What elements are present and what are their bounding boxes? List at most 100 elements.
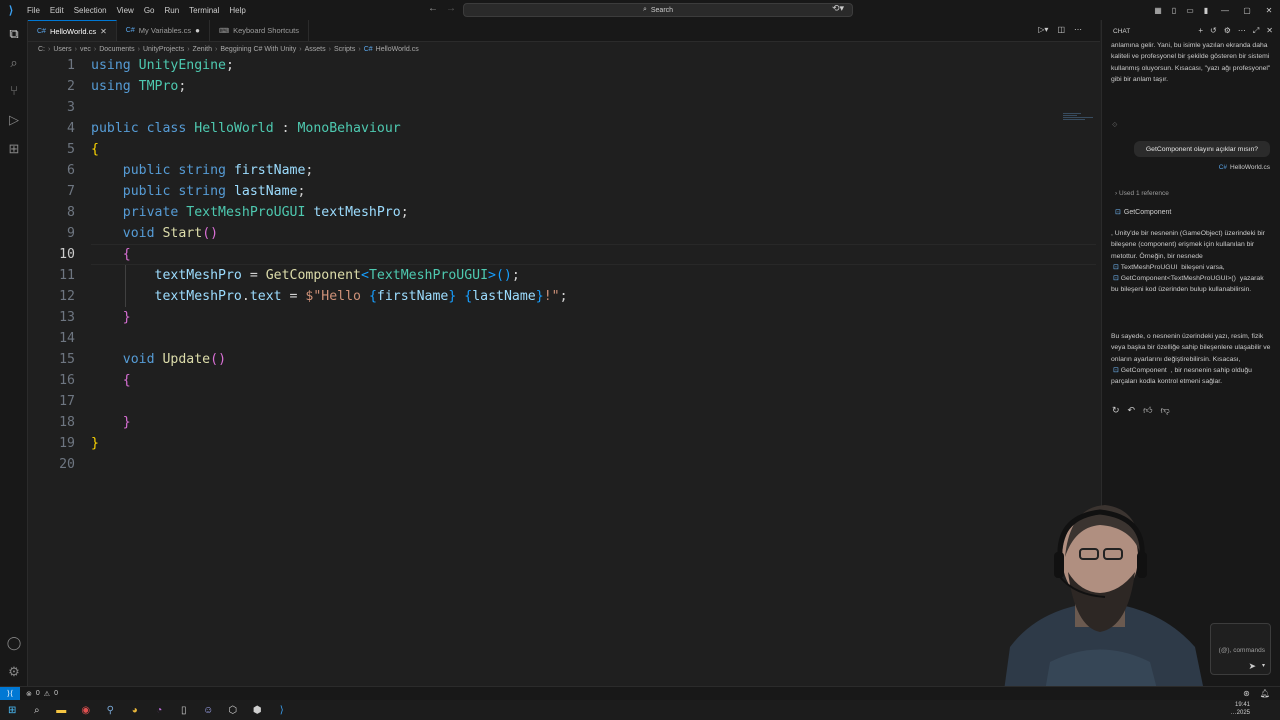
run-icon[interactable]: ▷▾	[1038, 25, 1048, 34]
close-window-icon[interactable]: ✕	[1258, 6, 1280, 15]
code-line[interactable]: 17	[28, 391, 1068, 412]
code-line[interactable]: 8 private TextMeshProUGUI textMeshPro;	[28, 202, 1068, 223]
taskbar-search-icon[interactable]: ⌕	[25, 705, 50, 716]
command-center-search[interactable]: ⌕ Search	[463, 3, 853, 17]
breadcrumb-item[interactable]: Scripts	[334, 46, 355, 53]
menu-edit[interactable]: Edit	[45, 6, 69, 15]
unsaved-dot-icon[interactable]: ●	[195, 26, 200, 35]
unity-hub-icon[interactable]: ⬢	[245, 705, 270, 716]
settings-gear-icon[interactable]: ⚙	[1224, 26, 1231, 36]
breadcrumb-item[interactable]: Assets	[305, 46, 326, 53]
chrome-icon[interactable]: ◕	[123, 705, 148, 716]
code-line[interactable]: 3	[28, 97, 1068, 118]
remote-icon[interactable]: ⟩⟨	[0, 686, 20, 701]
code-line[interactable]: 13 }	[28, 307, 1068, 328]
menu-terminal[interactable]: Terminal	[184, 6, 224, 15]
code-reference[interactable]: ⊡ GetComponent	[1111, 365, 1169, 376]
source-control-icon[interactable]: ⑂	[0, 83, 28, 98]
layout-icon[interactable]: ▦	[1151, 6, 1165, 15]
more-actions-icon[interactable]: ⋯	[1074, 25, 1082, 34]
search-sidebar-icon[interactable]: ⌕	[0, 55, 28, 71]
code-line[interactable]: 10 {	[28, 244, 1068, 265]
code-line[interactable]: 14	[28, 328, 1068, 349]
send-icon[interactable]: ➤	[1248, 661, 1256, 672]
code-line[interactable]: 4 public class HelloWorld : MonoBehaviour	[28, 118, 1068, 139]
code-line[interactable]: 1 using UnityEngine;	[28, 55, 1068, 76]
toggle-sidebar-icon[interactable]: ▯	[1167, 6, 1181, 15]
history-icon[interactable]: ↺	[1210, 26, 1217, 36]
tab-keyboard-shortcuts[interactable]: ⌨ Keyboard Shortcuts	[210, 20, 309, 41]
close-icon[interactable]: ✕	[1266, 26, 1273, 36]
menu-run[interactable]: Run	[159, 6, 184, 15]
code-line[interactable]: 15 void Update()	[28, 349, 1068, 370]
chevron-down-icon[interactable]: ▾	[1262, 662, 1265, 669]
breadcrumb-item[interactable]: HelloWorld.cs	[376, 46, 419, 53]
toggle-panel-icon[interactable]: ▭	[1183, 6, 1197, 15]
problems-indicator[interactable]: ⊗ 0 ⚠ 0	[26, 690, 58, 698]
menu-view[interactable]: View	[112, 6, 139, 15]
vscode-taskbar-icon[interactable]: ⟩	[270, 705, 295, 716]
system-clock[interactable]: 19:41 …2025	[1231, 701, 1250, 717]
windows-start-icon[interactable]: ⊞	[0, 705, 25, 716]
code-reference[interactable]: ⊡ GetComponent<TextMeshProUGUI>()	[1111, 273, 1238, 284]
account-icon[interactable]: ◯	[0, 635, 28, 651]
used-references-toggle[interactable]: › Used 1 reference	[1115, 190, 1169, 197]
code-line[interactable]: 6 public string firstName;	[28, 160, 1068, 181]
tab-my-variables[interactable]: C# My Variables.cs ●	[117, 20, 210, 41]
notepad-icon[interactable]: ▯	[172, 705, 197, 716]
code-line[interactable]: 20	[28, 454, 1068, 475]
back-arrow-icon[interactable]: ←	[428, 3, 438, 14]
code-line[interactable]: 16 {	[28, 370, 1068, 391]
discord-icon[interactable]: ☺	[196, 705, 221, 716]
code-line[interactable]: 11 textMeshPro = GetComponent<TextMeshPr…	[28, 265, 1068, 286]
menu-help[interactable]: Help	[224, 6, 250, 15]
copilot-icon[interactable]: ⟲▾	[832, 3, 844, 14]
code-editor[interactable]: 1 using UnityEngine; 2 using TMPro; 3 4 public…	[28, 55, 1128, 686]
steam-icon[interactable]: ⚲	[98, 705, 123, 716]
code-reference[interactable]: ⊡ TextMeshProUGUI	[1111, 262, 1179, 273]
code-line[interactable]: 18 }	[28, 412, 1068, 433]
code-line[interactable]: 2 using TMPro;	[28, 76, 1068, 97]
menu-selection[interactable]: Selection	[69, 6, 112, 15]
manage-gear-icon[interactable]: ⚙	[0, 664, 28, 680]
menu-go[interactable]: Go	[139, 6, 160, 15]
close-icon[interactable]: ✕	[100, 27, 107, 36]
toggle-secondary-sidebar-icon[interactable]: ▮	[1199, 6, 1213, 15]
code-line[interactable]: 19}	[28, 433, 1068, 454]
run-debug-icon[interactable]: ▷	[0, 112, 28, 128]
maximize-panel-icon[interactable]: ⤢	[1253, 26, 1259, 36]
undo-icon[interactable]: ↶	[1128, 405, 1136, 416]
breadcrumb-item[interactable]: Beggining C# With Unity	[220, 46, 296, 53]
breadcrumb-item[interactable]: vec	[80, 46, 91, 53]
code-line[interactable]: 12 textMeshPro.text = $"Hello {firstName…	[28, 286, 1068, 307]
code-line[interactable]: 5{	[28, 139, 1068, 160]
breadcrumb-item[interactable]: Documents	[99, 46, 134, 53]
unity-icon[interactable]: ⬡	[221, 705, 246, 716]
new-chat-icon[interactable]: +	[1198, 26, 1203, 36]
minimap[interactable]	[1063, 113, 1103, 127]
notifications-bell-icon[interactable]: 🔔︎	[1260, 689, 1270, 698]
app-icon[interactable]: ◉	[74, 705, 99, 716]
more-icon[interactable]: ⋯	[1238, 26, 1246, 36]
explorer-icon[interactable]: ⧉	[0, 26, 28, 42]
breadcrumb-item[interactable]: Zenith	[193, 46, 212, 53]
thumbs-down-icon[interactable]: 👎︎	[1161, 405, 1170, 416]
reference-item[interactable]: ⊡ GetComponent	[1115, 208, 1171, 217]
file-explorer-icon[interactable]: ▬	[49, 705, 74, 716]
breadcrumb-item[interactable]: C:	[38, 46, 45, 53]
retry-icon[interactable]: ↻	[1112, 405, 1120, 416]
extensions-icon[interactable]: ⊞	[0, 141, 28, 157]
menu-file[interactable]: File	[22, 6, 45, 15]
tab-helloworld[interactable]: C# HelloWorld.cs ✕	[28, 20, 117, 41]
breadcrumb-item[interactable]: UnityProjects	[143, 46, 184, 53]
attached-file-chip[interactable]: C# HelloWorld.cs	[1219, 164, 1270, 171]
thumbs-up-icon[interactable]: 👍︎	[1143, 405, 1152, 416]
code-line[interactable]: 7 public string lastName;	[28, 181, 1068, 202]
minimize-icon[interactable]: —	[1214, 6, 1236, 15]
copilot-status-icon[interactable]: ⊛	[1243, 689, 1250, 698]
breadcrumb-item[interactable]: Users	[53, 46, 71, 53]
code-line[interactable]: 9 void Start()	[28, 223, 1068, 244]
maximize-icon[interactable]: ▢	[1236, 6, 1258, 15]
split-editor-icon[interactable]: ◫	[1057, 25, 1065, 34]
browser-icon[interactable]: ◔	[147, 705, 172, 716]
